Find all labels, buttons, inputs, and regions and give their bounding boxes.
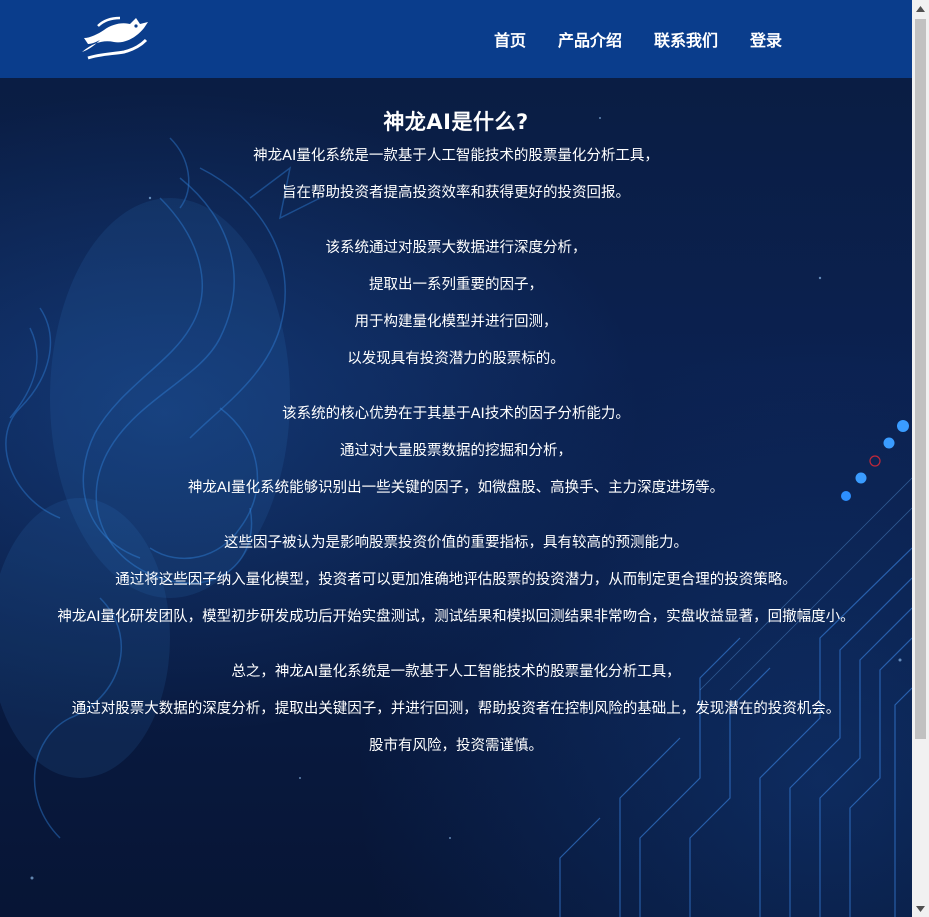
page: 首页 产品介绍 联系我们 登录 神龙AI是什么? 神龙AI量化系统是一款基于人工…	[0, 0, 929, 917]
intro-section: 神龙AI是什么? 神龙AI量化系统是一款基于人工智能技术的股票量化分析工具， 旨…	[30, 100, 882, 773]
scrollbar-thumb[interactable]	[915, 19, 926, 739]
paragraph: 总之，神龙AI量化系统是一款基于人工智能技术的股票量化分析工具，	[231, 664, 681, 680]
top-navbar: 首页 产品介绍 联系我们 登录	[0, 0, 912, 78]
paragraph: 股市有风险，投资需谨慎。	[369, 738, 543, 754]
paragraph: 该系统的核心优势在于其基于AI技术的因子分析能力。	[282, 406, 630, 422]
nav-products[interactable]: 产品介绍	[542, 27, 638, 51]
paragraph: 以发现具有投资潜力的股票标的。	[347, 351, 565, 367]
scroll-down-arrow-icon[interactable]	[912, 900, 929, 917]
dragon-logo-icon[interactable]	[78, 12, 150, 62]
paragraph: 神龙AI量化系统是一款基于人工智能技术的股票量化分析工具，	[253, 148, 659, 164]
paragraph: 神龙AI量化研发团队，模型初步研发成功后开始实盘测试，测试结果和模拟回测结果非常…	[57, 609, 855, 625]
paragraph: 通过对股票大数据的深度分析，提取出关键因子，并进行回测，帮助投资者在控制风险的基…	[71, 701, 841, 717]
vertical-scrollbar[interactable]	[912, 0, 929, 917]
paragraph: 该系统通过对股票大数据进行深度分析，	[325, 240, 587, 256]
intro-text: 神龙AI量化系统是一款基于人工智能技术的股票量化分析工具， 旨在帮助投资者提高投…	[30, 146, 882, 756]
paragraph: 这些因子被认为是影响股票投资价值的重要指标，具有较高的预测能力。	[224, 535, 688, 551]
main-nav: 首页 产品介绍 联系我们 登录	[478, 0, 798, 78]
paragraph: 通过对大量股票数据的挖掘和分析，	[340, 443, 572, 459]
nav-contact[interactable]: 联系我们	[638, 27, 734, 51]
paragraph: 提取出一系列重要的因子，	[369, 277, 543, 293]
page-title: 神龙AI是什么?	[383, 110, 529, 134]
scroll-up-arrow-icon[interactable]	[912, 0, 929, 17]
paragraph: 旨在帮助投资者提高投资效率和获得更好的投资回报。	[282, 185, 630, 201]
nav-login[interactable]: 登录	[734, 27, 798, 51]
paragraph: 用于构建量化模型并进行回测，	[354, 314, 558, 330]
nav-home[interactable]: 首页	[478, 27, 542, 51]
viewport: 首页 产品介绍 联系我们 登录 神龙AI是什么? 神龙AI量化系统是一款基于人工…	[0, 0, 912, 917]
paragraph: 通过将这些因子纳入量化模型，投资者可以更加准确地评估股票的投资潜力，从而制定更合…	[115, 572, 797, 588]
paragraph: 神龙AI量化系统能够识别出一些关键的因子，如微盘股、高换手、主力深度进场等。	[187, 480, 725, 496]
